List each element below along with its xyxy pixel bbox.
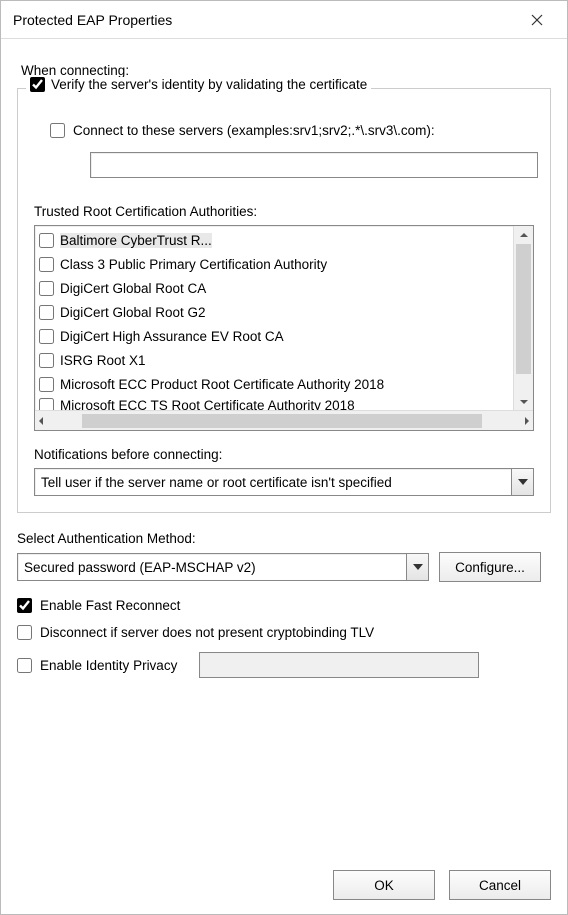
list-item[interactable]: DigiCert High Assurance EV Root CA — [37, 324, 511, 348]
hscroll-thumb[interactable] — [82, 414, 482, 428]
horizontal-scrollbar[interactable] — [35, 410, 533, 430]
auth-method-dropdown[interactable]: Secured password (EAP-MSCHAP v2) — [17, 553, 429, 581]
scroll-right-icon[interactable] — [524, 413, 529, 428]
chevron-down-icon — [413, 564, 423, 570]
trusted-roots-listbox[interactable]: Baltimore CyberTrust R... Class 3 Public … — [34, 225, 534, 431]
configure-button[interactable]: Configure... — [439, 552, 541, 582]
titlebar: Protected EAP Properties — [1, 1, 567, 39]
list-item-checkbox[interactable] — [39, 353, 54, 368]
eap-properties-dialog: Protected EAP Properties When connecting… — [0, 0, 568, 915]
auth-method-label: Select Authentication Method: — [17, 531, 551, 546]
chevron-down-icon — [518, 479, 528, 485]
list-item[interactable]: Class 3 Public Primary Certification Aut… — [37, 252, 511, 276]
close-icon — [531, 14, 543, 26]
identity-privacy-checkbox[interactable] — [17, 658, 32, 673]
list-item[interactable]: DigiCert Global Root G2 — [37, 300, 511, 324]
list-item-label: DigiCert Global Root CA — [60, 281, 206, 296]
notifications-dropdown[interactable]: Tell user if the server name or root cer… — [34, 468, 534, 496]
scroll-up-icon[interactable] — [514, 226, 533, 244]
list-item[interactable]: Baltimore CyberTrust R... — [37, 228, 511, 252]
fast-reconnect-checkbox[interactable] — [17, 598, 32, 613]
verify-identity-checkbox[interactable] — [30, 77, 45, 92]
list-item-label: DigiCert High Assurance EV Root CA — [60, 329, 284, 344]
list-item-checkbox[interactable] — [39, 305, 54, 320]
dropdown-button[interactable] — [406, 554, 428, 580]
list-item-checkbox[interactable] — [39, 257, 54, 272]
verify-identity-label[interactable]: Verify the server's identity by validati… — [51, 77, 367, 92]
list-item-label: Microsoft ECC TS Root Certificate Author… — [60, 398, 355, 410]
verify-identity-group: Verify the server's identity by validati… — [17, 88, 551, 513]
list-item-checkbox[interactable] — [39, 329, 54, 344]
connect-servers-checkbox[interactable] — [50, 123, 65, 138]
close-button[interactable] — [515, 5, 559, 35]
fast-reconnect-label[interactable]: Enable Fast Reconnect — [40, 598, 180, 613]
identity-privacy-input[interactable] — [199, 652, 479, 678]
list-item[interactable]: ISRG Root X1 — [37, 348, 511, 372]
dropdown-button[interactable] — [511, 469, 533, 495]
when-connecting-label: When connecting: — [21, 63, 551, 78]
scroll-left-icon[interactable] — [39, 413, 44, 428]
list-item-checkbox[interactable] — [39, 398, 54, 410]
list-item[interactable]: Microsoft ECC Product Root Certificate A… — [37, 372, 511, 396]
notifications-selected: Tell user if the server name or root cer… — [35, 469, 511, 495]
notifications-label: Notifications before connecting: — [34, 447, 538, 462]
list-item-checkbox[interactable] — [39, 377, 54, 392]
list-item-checkbox[interactable] — [39, 233, 54, 248]
auth-method-selected: Secured password (EAP-MSCHAP v2) — [18, 554, 406, 580]
list-item-label: DigiCert Global Root G2 — [60, 305, 206, 320]
cancel-button[interactable]: Cancel — [449, 870, 551, 900]
connect-servers-label[interactable]: Connect to these servers (examples:srv1;… — [73, 123, 435, 138]
list-item-checkbox[interactable] — [39, 281, 54, 296]
dialog-footer: OK Cancel — [1, 856, 567, 914]
trusted-roots-label: Trusted Root Certification Authorities: — [34, 204, 538, 219]
scroll-down-icon[interactable] — [514, 392, 533, 410]
list-item[interactable]: DigiCert Global Root CA — [37, 276, 511, 300]
list-item-label: Baltimore CyberTrust R... — [60, 233, 212, 248]
list-item-label: Microsoft ECC Product Root Certificate A… — [60, 377, 384, 392]
disconnect-cryptobinding-label[interactable]: Disconnect if server does not present cr… — [40, 625, 374, 640]
list-item[interactable]: Microsoft ECC TS Root Certificate Author… — [37, 396, 511, 410]
identity-privacy-label[interactable]: Enable Identity Privacy — [40, 658, 177, 673]
connect-servers-input[interactable] — [90, 152, 538, 178]
scroll-thumb[interactable] — [516, 244, 531, 374]
disconnect-cryptobinding-checkbox[interactable] — [17, 625, 32, 640]
list-item-label: ISRG Root X1 — [60, 353, 146, 368]
vertical-scrollbar[interactable] — [513, 226, 533, 410]
ok-button[interactable]: OK — [333, 870, 435, 900]
window-title: Protected EAP Properties — [13, 12, 172, 28]
list-item-label: Class 3 Public Primary Certification Aut… — [60, 257, 327, 272]
